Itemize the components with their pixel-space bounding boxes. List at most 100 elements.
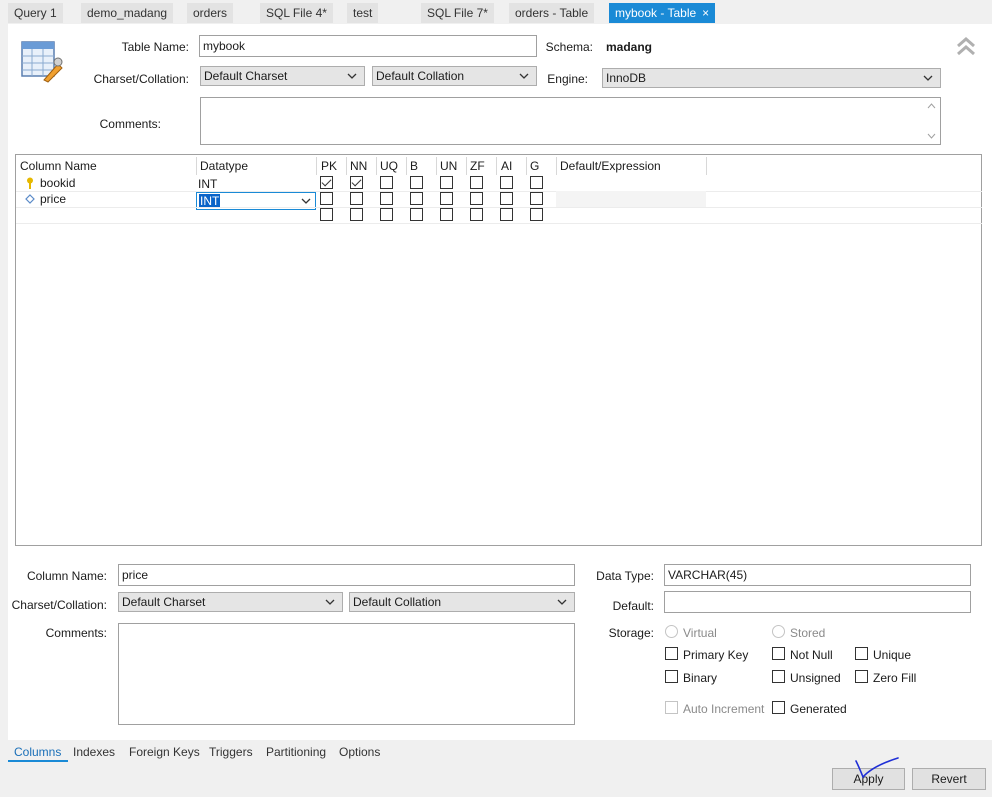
table-editor-icon: [20, 40, 64, 84]
pk-checkbox[interactable]: [320, 208, 333, 221]
nn-checkbox[interactable]: [350, 176, 363, 189]
data-type-input[interactable]: VARCHAR(45): [664, 564, 971, 586]
stored-radio[interactable]: [772, 625, 785, 638]
virtual-radio[interactable]: [665, 625, 678, 638]
nn-checkbox[interactable]: [350, 192, 363, 205]
column-name-input[interactable]: price: [118, 564, 575, 586]
chevron-down-icon: [347, 73, 357, 79]
auto-increment-checkbox[interactable]: [665, 701, 678, 714]
g-checkbox[interactable]: [530, 208, 543, 221]
datatype-selected-text[interactable]: INT: [199, 194, 221, 208]
close-tab-icon[interactable]: ×: [702, 6, 709, 20]
textarea-scrollbar[interactable]: [924, 99, 939, 143]
table-row[interactable]: price INT: [16, 191, 706, 210]
header-separator: [496, 157, 497, 175]
b-checkbox[interactable]: [410, 208, 423, 221]
tab-demo-madang[interactable]: demo_madang: [81, 3, 174, 23]
column-comments-label: Comments:: [45, 626, 107, 640]
ai-checkbox[interactable]: [500, 192, 513, 205]
column-comments-textarea[interactable]: [118, 623, 575, 725]
column-charset-label: Charset/Collation:: [11, 598, 107, 612]
header-separator: [346, 157, 347, 175]
un-checkbox[interactable]: [440, 208, 453, 221]
g-checkbox[interactable]: [530, 192, 543, 205]
pk-checkbox[interactable]: [320, 192, 333, 205]
uq-checkbox[interactable]: [380, 176, 393, 189]
collation-value: Default Collation: [376, 69, 465, 83]
column-collation-value: Default Collation: [353, 595, 442, 609]
zf-checkbox[interactable]: [470, 192, 483, 205]
header-pk[interactable]: PK: [321, 157, 337, 175]
un-checkbox[interactable]: [440, 192, 453, 205]
zf-checkbox[interactable]: [470, 208, 483, 221]
tab-test[interactable]: test: [347, 3, 379, 23]
zf-checkbox[interactable]: [470, 176, 483, 189]
header-ai[interactable]: AI: [501, 157, 512, 175]
column-charset-select[interactable]: Default Charset: [118, 592, 343, 612]
unsigned-checkbox[interactable]: [772, 670, 785, 683]
generated-label: Generated: [790, 702, 847, 716]
collation-select[interactable]: Default Collation: [372, 66, 537, 86]
b-checkbox[interactable]: [410, 176, 423, 189]
header-default-expression[interactable]: Default/Expression: [560, 157, 661, 175]
uq-checkbox[interactable]: [380, 208, 393, 221]
header-column-name[interactable]: Column Name: [20, 157, 97, 175]
tab-sql-file-7[interactable]: SQL File 7*: [421, 3, 494, 23]
nn-checkbox[interactable]: [350, 208, 363, 221]
column-charset-value: Default Charset: [122, 595, 206, 609]
binary-checkbox[interactable]: [665, 670, 678, 683]
table-name-input[interactable]: mybook: [199, 35, 537, 57]
tab-sql-file-4[interactable]: SQL File 4*: [260, 3, 333, 23]
tab-orders-table[interactable]: orders - Table: [509, 3, 595, 23]
table-comments-textarea[interactable]: [200, 97, 941, 145]
g-checkbox[interactable]: [530, 176, 543, 189]
schema-value: madang: [606, 40, 653, 54]
pk-checkbox[interactable]: [320, 176, 333, 189]
header-un[interactable]: UN: [440, 157, 457, 175]
pen-annotation-checkmark: [855, 757, 899, 779]
tab-triggers[interactable]: Triggers: [209, 744, 253, 760]
un-checkbox[interactable]: [440, 176, 453, 189]
header-b[interactable]: B: [410, 157, 418, 175]
table-row[interactable]: [16, 207, 706, 223]
default-input[interactable]: [664, 591, 971, 613]
tab-options[interactable]: Options: [339, 744, 380, 760]
header-uq[interactable]: UQ: [380, 157, 398, 175]
uq-checkbox[interactable]: [380, 192, 393, 205]
header-datatype[interactable]: Datatype: [200, 157, 248, 175]
tab-query-1[interactable]: Query 1: [8, 3, 63, 23]
tab-indexes[interactable]: Indexes: [73, 744, 115, 760]
engine-select[interactable]: InnoDB: [602, 68, 941, 88]
generated-checkbox[interactable]: [772, 701, 785, 714]
not-null-checkbox[interactable]: [772, 647, 785, 660]
columns-grid[interactable]: Column Name Datatype PK NN UQ B UN ZF AI…: [15, 154, 982, 546]
header-g[interactable]: G: [530, 157, 539, 175]
default-expression-cell[interactable]: [556, 191, 706, 207]
ai-checkbox[interactable]: [500, 176, 513, 189]
ai-checkbox[interactable]: [500, 208, 513, 221]
collapse-chevrons-icon[interactable]: [955, 35, 977, 57]
b-checkbox[interactable]: [410, 192, 423, 205]
revert-button[interactable]: Revert: [912, 768, 986, 790]
primary-key-checkbox[interactable]: [665, 647, 678, 660]
engine-value: InnoDB: [606, 71, 647, 85]
column-collation-select[interactable]: Default Collation: [349, 592, 575, 612]
tab-partitioning[interactable]: Partitioning: [266, 744, 326, 760]
unique-checkbox[interactable]: [855, 647, 868, 660]
table-row[interactable]: bookid INT: [16, 175, 706, 191]
chevron-down-icon: [557, 599, 567, 605]
tab-columns[interactable]: Columns: [14, 744, 61, 760]
zero-fill-checkbox[interactable]: [855, 670, 868, 683]
header-nn[interactable]: NN: [350, 157, 367, 175]
data-type-label: Data Type:: [596, 569, 654, 583]
tab-foreign-keys[interactable]: Foreign Keys: [129, 744, 200, 760]
virtual-label: Virtual: [683, 626, 717, 640]
charset-select[interactable]: Default Charset: [200, 66, 365, 86]
tab-orders[interactable]: orders: [187, 3, 234, 23]
header-zf[interactable]: ZF: [470, 157, 485, 175]
tab-label: demo_madang: [87, 6, 168, 20]
header-separator: [196, 157, 197, 175]
tab-label: SQL File 7*: [427, 6, 488, 20]
tab-mybook-table[interactable]: mybook - Table ×: [609, 3, 716, 23]
chevron-down-icon[interactable]: [301, 196, 311, 206]
